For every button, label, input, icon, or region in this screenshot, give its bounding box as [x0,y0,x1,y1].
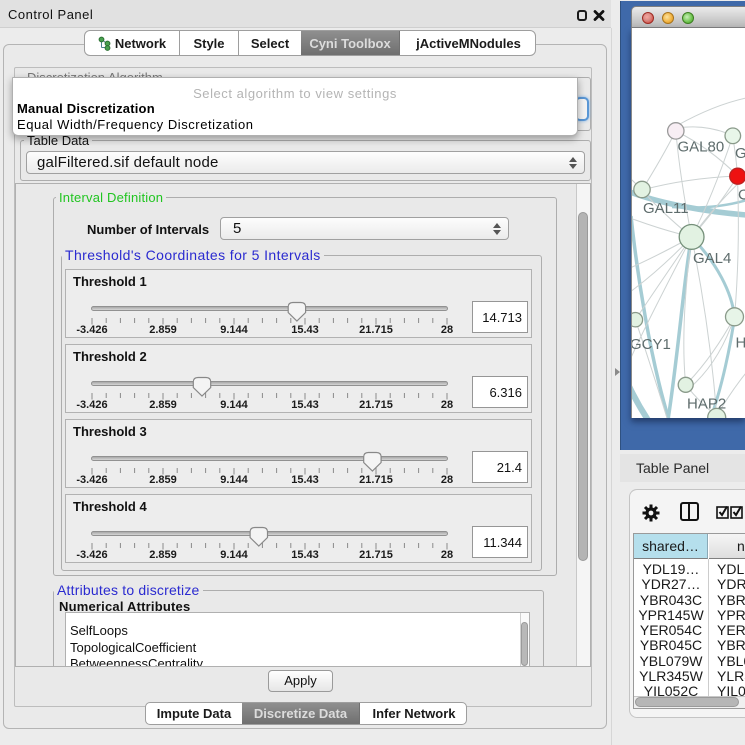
svg-text:C: C [738,187,745,204]
svg-text:GA: GA [735,145,745,162]
svg-text:HAP2: HAP2 [687,396,726,413]
svg-text:GCY1: GCY1 [632,336,671,353]
svg-text:H: H [736,335,745,352]
svg-text:GAL80: GAL80 [678,139,725,156]
svg-text:GAL11: GAL11 [643,200,689,217]
svg-text:GAL4: GAL4 [693,250,731,267]
